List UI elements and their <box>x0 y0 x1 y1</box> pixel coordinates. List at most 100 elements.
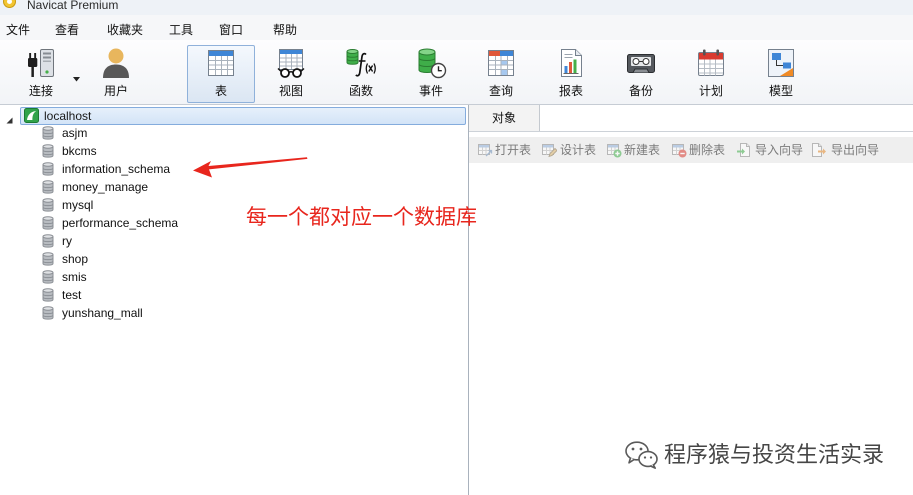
user-button[interactable]: 用户 <box>82 45 150 103</box>
database-icon <box>42 198 54 212</box>
user-label: 用户 <box>103 84 128 98</box>
database-icon <box>42 162 54 176</box>
report-icon <box>555 47 587 79</box>
event-button[interactable]: 事件 <box>397 45 465 103</box>
object-toolbar: 打开表 设计表 新建表 删除表 导入向导 导出向导 <box>469 137 913 163</box>
database-icon <box>42 180 54 194</box>
model-button[interactable]: 模型 <box>747 45 815 103</box>
database-name: shop <box>62 252 89 266</box>
view-label: 视图 <box>278 84 303 98</box>
database-name: test <box>62 288 82 302</box>
tab-strip: 对象 <box>469 105 913 132</box>
open-table-icon[interactable] <box>477 142 493 158</box>
database-name: ry <box>62 234 72 248</box>
window-title: Navicat Premium <box>27 0 119 12</box>
table-label: 表 <box>214 84 227 98</box>
database-name: information_schema <box>62 162 171 176</box>
object-pane: 对象 打开表 设计表 新建表 删除表 导入向导 导出向导 <box>469 105 913 495</box>
database-icon <box>42 252 54 266</box>
query-label: 查询 <box>488 84 513 98</box>
menu-help[interactable]: 帮助 <box>273 22 297 38</box>
report-button[interactable]: 报表 <box>537 45 605 103</box>
title-bar: Navicat Premium <box>0 0 913 15</box>
database-icon <box>42 144 54 158</box>
design-table-icon[interactable] <box>541 142 557 158</box>
view-button[interactable]: 视图 <box>257 45 325 103</box>
database-item[interactable]: money_manage <box>0 178 468 196</box>
database-item[interactable]: test <box>0 286 468 304</box>
database-item[interactable]: asjm <box>0 124 468 142</box>
delete-table-icon[interactable] <box>671 142 687 158</box>
import-wizard-icon[interactable] <box>736 142 752 158</box>
schedule-button[interactable]: 计划 <box>677 45 745 103</box>
new-table-icon[interactable] <box>606 142 622 158</box>
model-icon <box>765 47 797 79</box>
export-wizard-icon[interactable] <box>811 142 827 158</box>
function-label: 函数 <box>348 84 373 98</box>
chevron-down-icon[interactable] <box>73 71 80 82</box>
menu-tools[interactable]: 工具 <box>169 22 193 38</box>
database-item[interactable]: smis <box>0 268 468 286</box>
event-label: 事件 <box>418 84 443 98</box>
annotation-text: 每一个都对应一个数据库 <box>246 206 477 229</box>
table-icon <box>205 47 237 79</box>
query-button[interactable]: 查询 <box>467 45 535 103</box>
tab-objects[interactable]: 对象 <box>469 105 540 131</box>
menu-file[interactable]: 文件 <box>6 22 30 38</box>
delete-table-button[interactable]: 删除表 <box>689 137 725 163</box>
table-button[interactable]: 表 <box>187 45 255 103</box>
navigation-pane: localhost asjm bkcms information_schema … <box>0 105 469 495</box>
backup-label: 备份 <box>628 84 653 98</box>
function-icon <box>345 47 377 79</box>
new-table-button[interactable]: 新建表 <box>624 137 660 163</box>
database-name: bkcms <box>62 144 97 158</box>
navicat-window: Navicat Premium 文件 查看 收藏夹 工具 窗口 帮助 连接 用户… <box>0 0 913 495</box>
report-label: 报表 <box>558 84 583 98</box>
connection-icon <box>25 47 57 79</box>
database-item[interactable]: bkcms <box>0 142 468 160</box>
database-icon <box>42 288 54 302</box>
export-wizard-button[interactable]: 导出向导 <box>831 137 879 163</box>
database-icon <box>42 234 54 248</box>
connection-node[interactable]: localhost <box>0 107 468 125</box>
database-item[interactable]: shop <box>0 250 468 268</box>
database-name: smis <box>62 270 87 284</box>
database-name: performance_schema <box>62 216 179 230</box>
backup-button[interactable]: 备份 <box>607 45 675 103</box>
connection-name: localhost <box>44 109 92 123</box>
mysql-connection-icon <box>24 108 39 123</box>
open-table-button[interactable]: 打开表 <box>495 137 531 163</box>
menu-bar: 文件 查看 收藏夹 工具 窗口 帮助 <box>0 15 913 40</box>
schedule-icon <box>695 47 727 79</box>
database-item[interactable]: information_schema <box>0 160 468 178</box>
connection-label: 连接 <box>28 84 53 98</box>
backup-icon <box>625 47 657 79</box>
database-name: mysql <box>62 198 94 212</box>
query-icon <box>485 47 517 79</box>
view-icon <box>275 47 307 79</box>
import-wizard-button[interactable]: 导入向导 <box>755 137 803 163</box>
database-icon <box>42 306 54 320</box>
menu-favorites[interactable]: 收藏夹 <box>107 22 143 38</box>
menu-window[interactable]: 窗口 <box>219 22 243 38</box>
database-item[interactable]: yunshang_mall <box>0 304 468 322</box>
schedule-label: 计划 <box>698 84 723 98</box>
database-name: yunshang_mall <box>62 306 143 320</box>
database-item[interactable]: ry <box>0 232 468 250</box>
event-icon <box>415 47 447 79</box>
menu-view[interactable]: 查看 <box>55 22 79 38</box>
expand-toggle-icon[interactable] <box>6 113 13 124</box>
main-toolbar: 连接 用户 表 视图 函数 事件 查询 报表 备份 计划 模型 <box>0 40 913 105</box>
tab-label: 对象 <box>491 111 516 125</box>
wechat-icon <box>624 440 660 470</box>
design-table-button[interactable]: 设计表 <box>560 137 596 163</box>
database-icon <box>42 216 54 230</box>
database-icon <box>42 270 54 284</box>
function-button[interactable]: 函数 <box>327 45 395 103</box>
model-label: 模型 <box>768 84 793 98</box>
navicat-logo-icon <box>3 0 16 8</box>
watermark-text: 程序猿与投资生活实录 <box>664 442 885 467</box>
connection-button[interactable]: 连接 <box>7 45 75 103</box>
database-icon <box>42 126 54 140</box>
database-name: asjm <box>62 126 88 140</box>
